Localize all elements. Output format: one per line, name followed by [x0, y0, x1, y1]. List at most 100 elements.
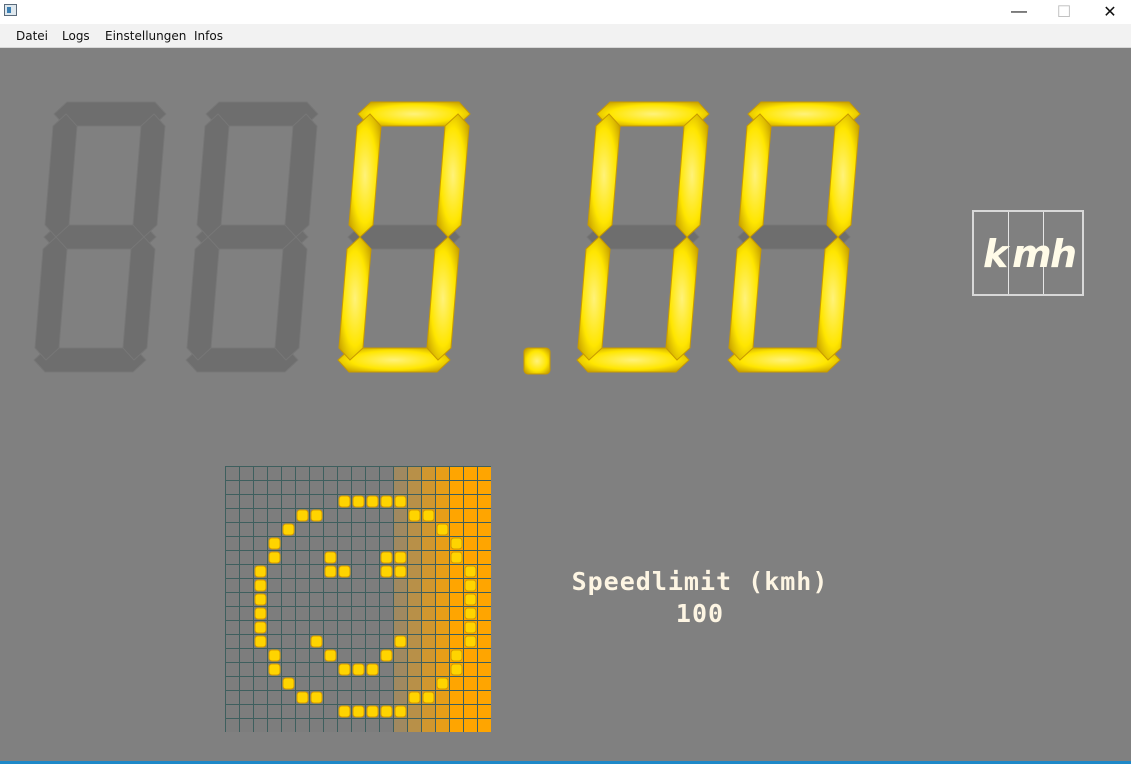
matrix-cell: [337, 620, 352, 635]
matrix-cell: [281, 480, 296, 495]
matrix-cell: [239, 634, 254, 649]
matrix-cell: [267, 704, 282, 719]
matrix-cell: [309, 592, 324, 607]
smiley-led: [324, 649, 337, 662]
matrix-cell: [421, 620, 436, 635]
smiley-led: [324, 565, 337, 578]
smiley-led: [254, 593, 267, 606]
smiley-led: [338, 705, 351, 718]
maximize-button[interactable]: ☐: [1041, 0, 1087, 24]
matrix-cell: [365, 564, 380, 579]
matrix-cell: [253, 662, 268, 677]
matrix-cell: [281, 634, 296, 649]
matrix-cell: [421, 648, 436, 663]
smiley-led: [422, 691, 435, 704]
matrix-cell: [379, 508, 394, 523]
matrix-cell: [225, 550, 240, 565]
matrix-cell: [393, 718, 408, 732]
menu-logs[interactable]: Logs: [62, 29, 90, 43]
matrix-cell: [365, 466, 380, 481]
smiley-led: [268, 537, 281, 550]
matrix-cell: [477, 704, 491, 719]
speedlimit-label: Speedlimit (kmh): [571, 567, 829, 596]
matrix-cell: [351, 676, 366, 691]
matrix-cell: [351, 508, 366, 523]
smiley-led: [310, 691, 323, 704]
decimal-point: [523, 347, 551, 375]
matrix-cell: [477, 592, 491, 607]
matrix-cell: [435, 564, 450, 579]
digit-2-segment-f: [348, 113, 382, 238]
matrix-cell: [421, 564, 436, 579]
matrix-cell: [449, 480, 464, 495]
matrix-cell: [267, 592, 282, 607]
matrix-cell: [295, 480, 310, 495]
menu-einstellungen[interactable]: Einstellungen: [105, 29, 186, 43]
menu-bar: Datei Logs Einstellungen Infos: [0, 24, 1131, 48]
matrix-cell: [379, 522, 394, 537]
matrix-cell: [407, 550, 422, 565]
matrix-cell: [421, 718, 436, 732]
matrix-cell: [379, 606, 394, 621]
smiley-led: [310, 635, 323, 648]
matrix-cell: [225, 536, 240, 551]
close-button[interactable]: ✕: [1087, 0, 1131, 24]
digit-0-segment-c: [122, 236, 156, 361]
matrix-cell: [337, 592, 352, 607]
smiley-led: [254, 621, 267, 634]
matrix-cell: [351, 550, 366, 565]
matrix-cell: [295, 676, 310, 691]
smiley-led: [254, 607, 267, 620]
matrix-cell: [449, 522, 464, 537]
matrix-cell: [407, 648, 422, 663]
digit-4-segment-e: [728, 236, 762, 361]
matrix-cell: [449, 606, 464, 621]
matrix-cell: [281, 620, 296, 635]
matrix-cell: [463, 466, 478, 481]
matrix-cell: [449, 634, 464, 649]
matrix-cell: [449, 718, 464, 732]
menu-infos[interactable]: Infos: [194, 29, 223, 43]
matrix-cell: [393, 466, 408, 481]
matrix-cell: [267, 578, 282, 593]
matrix-cell: [239, 592, 254, 607]
matrix-cell: [225, 648, 240, 663]
matrix-cell: [393, 480, 408, 495]
matrix-cell: [435, 648, 450, 663]
smiley-led: [268, 551, 281, 564]
smiley-matrix-display: [225, 466, 491, 732]
matrix-cell: [267, 564, 282, 579]
matrix-cell: [225, 592, 240, 607]
matrix-cell: [463, 648, 478, 663]
matrix-cell: [253, 676, 268, 691]
matrix-cell: [463, 662, 478, 677]
digit-0-segment-e: [34, 236, 68, 361]
smiley-led: [338, 663, 351, 676]
matrix-cell: [295, 704, 310, 719]
matrix-cell: [323, 606, 338, 621]
matrix-cell: [435, 690, 450, 705]
smiley-led: [366, 705, 379, 718]
matrix-cell: [463, 494, 478, 509]
matrix-cell: [323, 662, 338, 677]
smiley-led: [450, 663, 463, 676]
matrix-cell: [239, 564, 254, 579]
smiley-led: [436, 523, 449, 536]
matrix-cell: [463, 536, 478, 551]
minimize-button[interactable]: —: [996, 0, 1042, 24]
matrix-cell: [239, 522, 254, 537]
matrix-cell: [379, 662, 394, 677]
smiley-led: [366, 663, 379, 676]
matrix-cell: [477, 550, 491, 565]
smiley-led: [296, 691, 309, 704]
smiley-led: [338, 495, 351, 508]
smiley-led: [408, 509, 421, 522]
title-bar: — ☐ ✕: [0, 0, 1131, 24]
digit-1-segment-e: [186, 236, 220, 361]
menu-datei[interactable]: Datei: [16, 29, 48, 43]
smiley-led: [254, 565, 267, 578]
matrix-cell: [225, 578, 240, 593]
matrix-cell: [309, 550, 324, 565]
matrix-cell: [225, 480, 240, 495]
smiley-led: [282, 677, 295, 690]
